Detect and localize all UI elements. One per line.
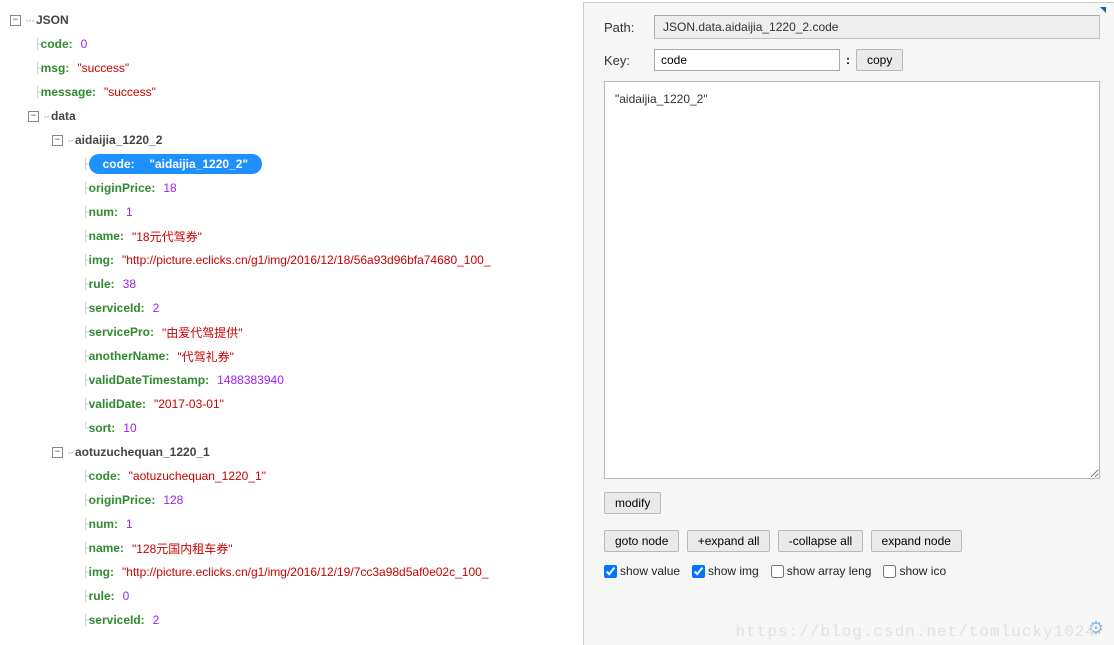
expand-node-button[interactable]: expand node	[871, 530, 962, 552]
goto-node-button[interactable]: goto node	[604, 530, 679, 552]
leaf-serviceId2[interactable]: ├ serviceId :2	[10, 608, 583, 632]
path-label: Path:	[604, 20, 654, 35]
modify-button[interactable]: modify	[604, 492, 661, 514]
leaf-validDateTimestamp[interactable]: ├ validDateTimestamp :1488383940	[10, 368, 583, 392]
leaf-num2[interactable]: ├ num :1	[10, 512, 583, 536]
copy-button[interactable]: copy	[856, 49, 903, 71]
show-ico-checkbox[interactable]: show ico	[883, 564, 946, 578]
leaf-validDate[interactable]: ├ validDate :"2017-03-01"	[10, 392, 583, 416]
node-aotuzuchequan[interactable]: −··aotuzuchequan_1220_1	[10, 440, 583, 464]
collapse-icon[interactable]: −	[10, 15, 21, 26]
show-img-checkbox[interactable]: show img	[692, 564, 759, 578]
root-label: JSON	[36, 13, 69, 27]
gear-icon[interactable]: ⚙	[1088, 618, 1104, 639]
show-value-checkbox[interactable]: show value	[604, 564, 680, 578]
node-aidaijia[interactable]: −··aidaijia_1220_2	[10, 128, 583, 152]
collapse-icon[interactable]: −	[28, 111, 39, 122]
leaf-message[interactable]: ├ message :"success"	[10, 80, 583, 104]
colon-sep: :	[846, 53, 850, 67]
selected-leaf-code[interactable]: ├ code : "aidaijia_1220_2"	[10, 152, 583, 176]
leaf-anotherName[interactable]: ├ anotherName :"代驾礼券"	[10, 344, 583, 368]
leaf-rule2[interactable]: ├ rule :0	[10, 584, 583, 608]
leaf-rule[interactable]: ├ rule :38	[10, 272, 583, 296]
leaf-sort[interactable]: └ sort :10	[10, 416, 583, 440]
collapse-icon[interactable]: −	[52, 135, 63, 146]
json-tree-panel: −···JSON ├ code :0 ├ msg :"success" ├ me…	[0, 0, 583, 645]
key-input[interactable]	[654, 49, 840, 71]
leaf-servicePro[interactable]: ├ servicePro :"由爱代驾提供"	[10, 320, 583, 344]
leaf-originPrice[interactable]: ├ originPrice :18	[10, 176, 583, 200]
leaf-name2[interactable]: ├ name :"128元国内租车券"	[10, 536, 583, 560]
collapse-triangle-icon[interactable]	[1100, 7, 1106, 13]
value-textarea[interactable]	[604, 81, 1100, 479]
leaf-originPrice2[interactable]: ├ originPrice :128	[10, 488, 583, 512]
leaf-img2[interactable]: ├ img :"http://picture.eclicks.cn/g1/img…	[10, 560, 583, 584]
leaf-num[interactable]: ├ num :1	[10, 200, 583, 224]
collapse-all-button[interactable]: -collapse all	[778, 530, 863, 552]
leaf-msg[interactable]: ├ msg :"success"	[10, 56, 583, 80]
leaf-code2[interactable]: ├ code :"aotuzuchequan_1220_1"	[10, 464, 583, 488]
leaf-name[interactable]: ├ name :"18元代驾券"	[10, 224, 583, 248]
data-node[interactable]: −··data	[10, 104, 583, 128]
root-node[interactable]: −···JSON	[10, 8, 583, 32]
expand-all-button[interactable]: +expand all	[687, 530, 771, 552]
leaf-serviceId[interactable]: ├ serviceId :2	[10, 296, 583, 320]
path-value[interactable]: JSON.data.aidaijia_1220_2.code	[654, 15, 1100, 39]
leaf-img[interactable]: ├ img :"http://picture.eclicks.cn/g1/img…	[10, 248, 583, 272]
show-array-leng-checkbox[interactable]: show array leng	[771, 564, 872, 578]
collapse-icon[interactable]: −	[52, 447, 63, 458]
detail-panel: Path: JSON.data.aidaijia_1220_2.code Key…	[583, 2, 1114, 645]
key-label: Key:	[604, 53, 654, 68]
leaf-code[interactable]: ├ code :0	[10, 32, 583, 56]
